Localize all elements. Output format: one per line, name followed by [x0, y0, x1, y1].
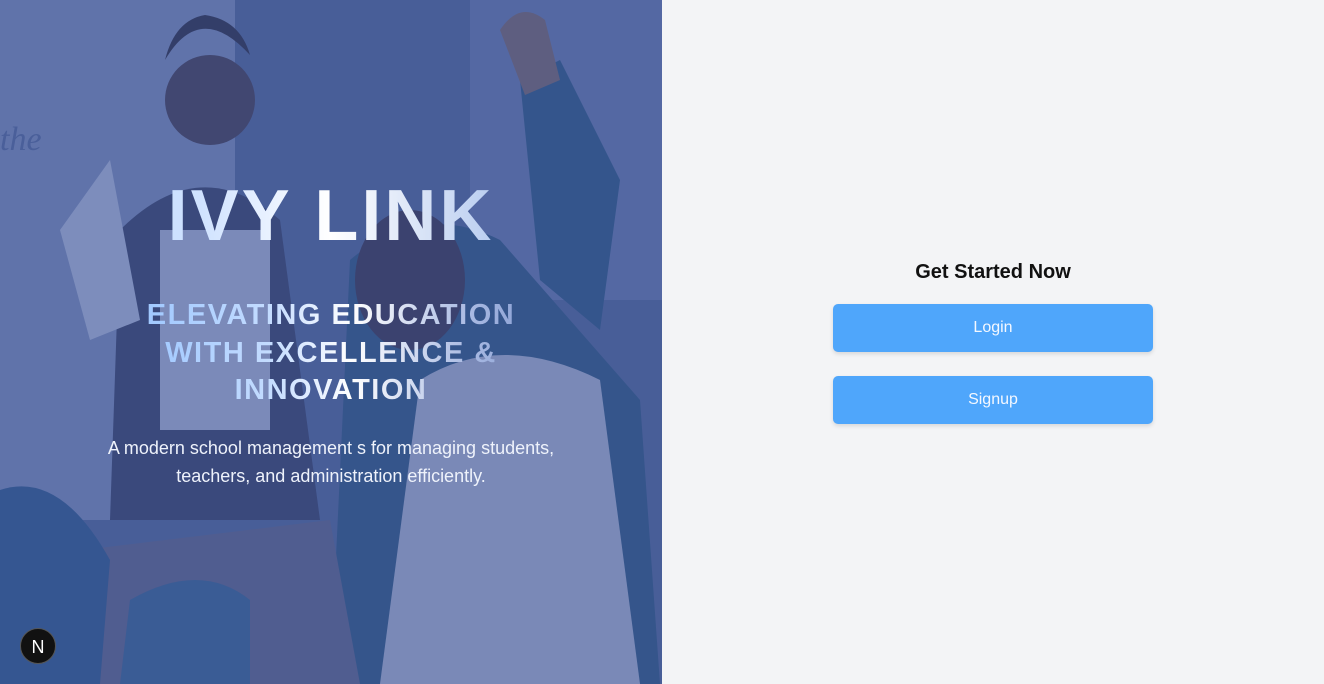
signup-button[interactable]: Signup: [833, 376, 1153, 424]
login-button[interactable]: Login: [833, 304, 1153, 352]
get-started-title: Get Started Now: [915, 261, 1071, 283]
hero-section: the IVY LINK ELEVATING EDUCATION WITH EX…: [0, 0, 662, 684]
hero-description: A modern school management s for managin…: [107, 438, 555, 486]
auth-panel: Get Started Now Login Signup: [662, 0, 1324, 684]
hero-content: IVY LINK ELEVATING EDUCATION WITH EXCELL…: [0, 0, 662, 684]
dev-tools-badge[interactable]: N: [20, 628, 56, 664]
hero-tagline: ELEVATING EDUCATION WITH EXCELLENCE & IN…: [131, 297, 531, 410]
brand-title: IVY LINK: [0, 178, 662, 254]
